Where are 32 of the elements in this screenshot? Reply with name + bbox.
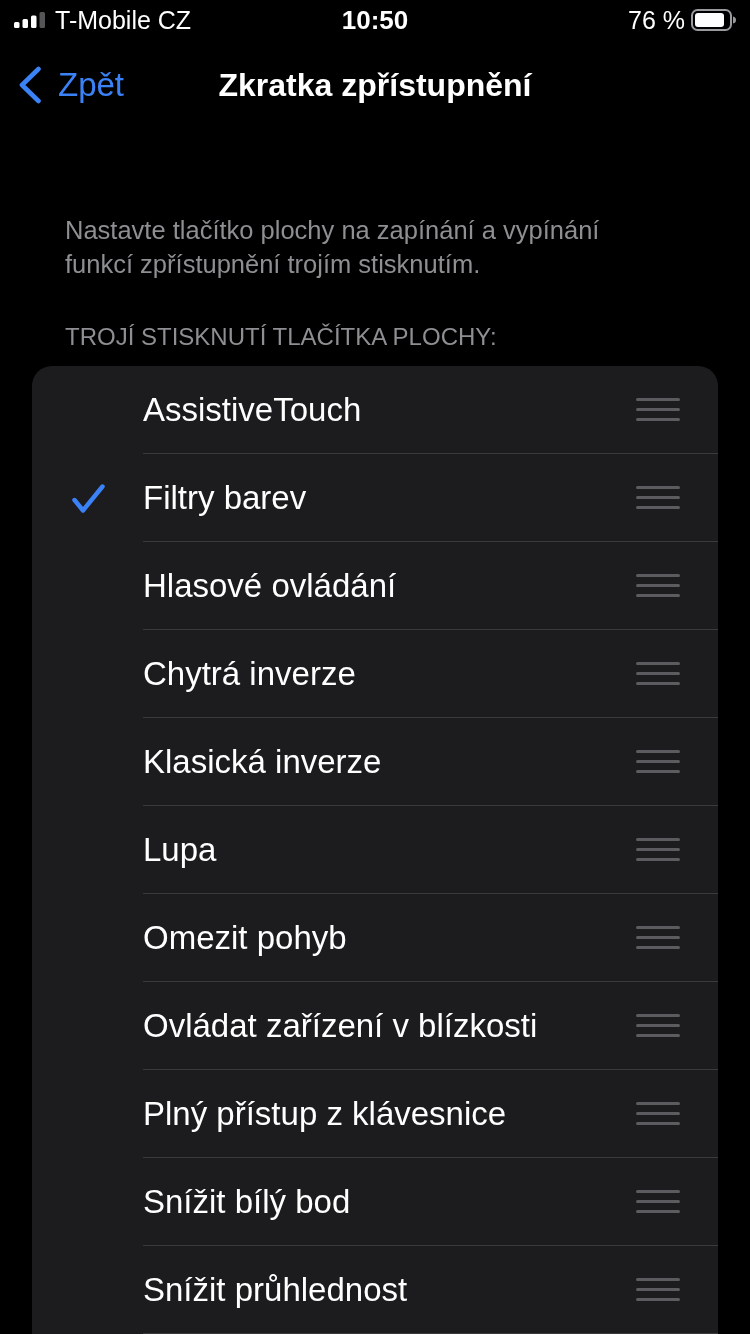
option-row[interactable]: Klasická inverze [32, 718, 718, 806]
drag-handle-icon[interactable] [636, 1190, 680, 1213]
description-text: Nastavte tlačítko plochy na zapínání a vypínání funkcí zpřístupnění trojím stisknutím. [65, 215, 601, 280]
battery-percentage: 76 % [628, 5, 685, 35]
option-row[interactable]: Snížit bílý bod [32, 1158, 718, 1246]
option-row[interactable]: Lupa [32, 806, 718, 894]
drag-handle-icon[interactable] [636, 486, 680, 509]
drag-handle-icon[interactable] [636, 1278, 680, 1301]
back-button[interactable]: Zpět [18, 65, 125, 105]
battery-icon [691, 9, 736, 31]
option-row[interactable]: Filtry barev [32, 454, 718, 542]
back-chevron-icon [18, 66, 42, 104]
option-row[interactable]: Snížit průhlednost [32, 1246, 718, 1334]
signal-icon [14, 12, 46, 28]
drag-handle-icon[interactable] [636, 1014, 680, 1037]
option-row[interactable]: Ovládat zařízení v blízkosti [32, 982, 718, 1070]
status-time: 10:50 [341, 5, 409, 35]
drag-handle-icon[interactable] [636, 926, 680, 949]
option-row[interactable]: Chytrá inverze [32, 630, 718, 718]
option-row[interactable]: AssistiveTouch [32, 366, 718, 454]
option-row[interactable]: Plný přístup z klávesnice [32, 1070, 718, 1158]
carrier-name: T-Mobile CZ [55, 5, 192, 35]
drag-handle-icon[interactable] [636, 1102, 680, 1125]
drag-handle-icon[interactable] [636, 838, 680, 861]
option-row[interactable]: Hlasové ovládání [32, 542, 718, 630]
drag-handle-icon[interactable] [636, 398, 680, 421]
drag-handle-icon[interactable] [636, 574, 680, 597]
section-header: TROJÍ STISKNUTÍ TLAČÍTKA PLOCHY: [65, 322, 497, 352]
drag-handle-icon[interactable] [636, 750, 680, 773]
drag-handle-icon[interactable] [636, 662, 680, 685]
option-row[interactable]: Omezit pohyb [32, 894, 718, 982]
page-title: Zkratka zpřístupnění [218, 66, 532, 105]
